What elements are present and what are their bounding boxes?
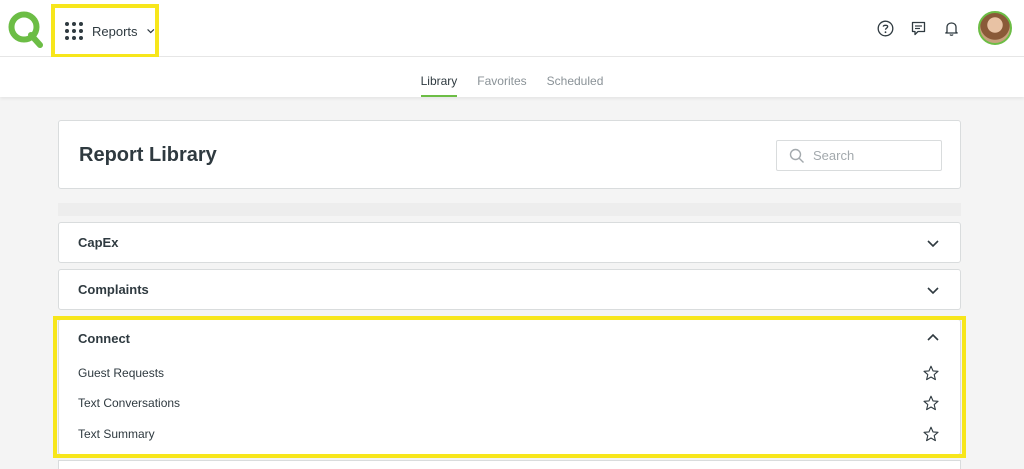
tab-library[interactable]: Library [420,74,458,97]
section-connect: Connect Guest Requests Text Conversation… [58,319,961,455]
bell-icon [944,21,958,36]
report-label: Text Conversations [78,396,181,410]
divider [58,203,961,216]
messages-button[interactable] [908,18,928,38]
section-complaints: Complaints [58,269,961,310]
chevron-up-icon [927,333,939,341]
help-icon [877,20,893,36]
section-title: Connect [78,331,130,346]
section-header-connect[interactable]: Connect [59,320,960,360]
report-item-text-summary[interactable]: Text Summary [59,420,960,448]
report-tabs: Library Favorites Scheduled [0,57,1024,97]
header-actions [875,11,1012,45]
chevron-down-icon [927,240,939,248]
report-label: Text Summary [78,427,155,441]
report-item-guest-requests[interactable]: Guest Requests [59,359,960,387]
chevron-down-icon [146,29,154,34]
report-label: Guest Requests [78,366,165,380]
star-icon[interactable] [923,395,939,411]
search-input[interactable] [813,148,933,163]
tab-favorites[interactable]: Favorites [477,74,526,97]
section-capex: CapEx [58,222,961,263]
star-icon[interactable] [923,426,939,442]
app-grid-icon [65,22,83,40]
chat-icon [911,21,925,35]
star-icon[interactable] [923,365,939,381]
section-header-capex[interactable]: CapEx [59,223,960,263]
chevron-down-icon [927,287,939,295]
page-title: Report Library [79,144,217,166]
app-switcher[interactable]: Reports [51,4,159,58]
section-title: Complaints [78,282,149,297]
section-title: CapEx [78,235,119,250]
tab-scheduled[interactable]: Scheduled [547,74,604,97]
report-item-text-conversations[interactable]: Text Conversations [59,389,960,417]
logo-icon[interactable] [7,10,43,48]
library-header-card: Report Library [58,120,961,189]
app-switcher-label: Reports [92,23,138,39]
section-partial [58,460,961,469]
avatar[interactable] [978,11,1012,45]
help-button[interactable] [875,18,895,38]
top-bar: Reports [0,0,1024,58]
notifications-button[interactable] [941,18,961,38]
section-header-complaints[interactable]: Complaints [59,270,960,310]
search-box[interactable] [776,140,942,171]
search-icon [789,148,804,163]
